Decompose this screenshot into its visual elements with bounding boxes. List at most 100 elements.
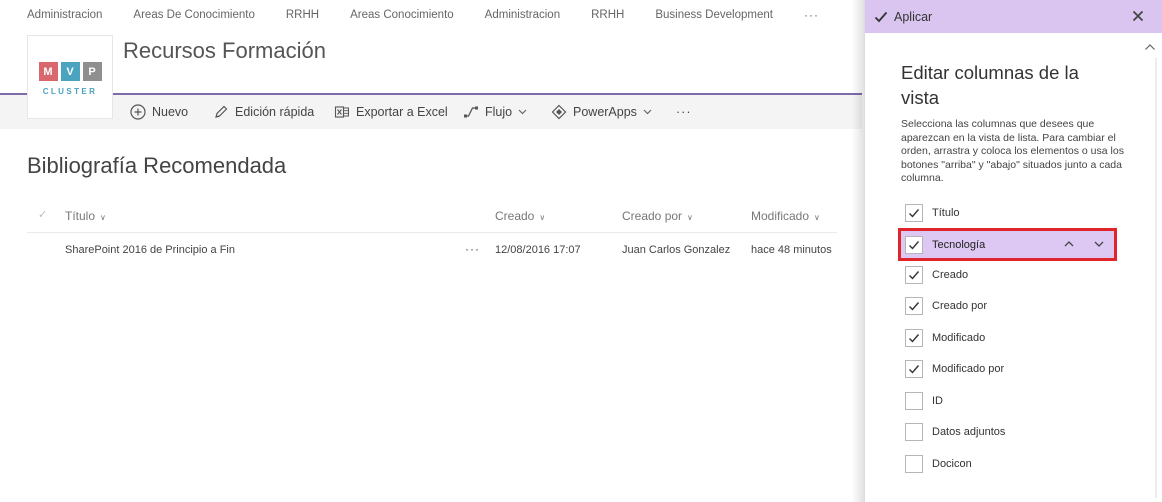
nav-item-rrhh[interactable]: RRHH	[286, 9, 319, 21]
powerapps-label: PowerApps	[573, 105, 637, 119]
nav-item-areas-conocimiento[interactable]: Areas Conocimiento	[350, 9, 454, 21]
export-excel-button[interactable]: Exportar a Excel	[334, 95, 448, 129]
export-excel-label: Exportar a Excel	[356, 105, 448, 119]
checkmark-icon	[909, 334, 920, 343]
logo-tile-m: M	[38, 62, 58, 81]
new-button-label: Nuevo	[152, 105, 189, 119]
chevron-down-icon: ∨	[814, 213, 820, 222]
nav-item-business-development[interactable]: Business Development	[655, 9, 773, 21]
column-option-creado[interactable]: Creado	[905, 264, 1113, 286]
new-button[interactable]: Nuevo	[130, 95, 188, 129]
row-modified: hace 48 minutos	[751, 244, 832, 256]
column-header-titulo[interactable]: Título ∨	[65, 209, 106, 223]
checkmark-icon	[909, 365, 920, 374]
checkbox-modificado[interactable]	[905, 329, 923, 347]
checkbox-modificado-por[interactable]	[905, 360, 923, 378]
logo-tiles: M V P	[38, 62, 102, 81]
quick-edit-label: Edición rápida	[235, 105, 315, 119]
column-header-creado-por[interactable]: Creado por ∨	[622, 209, 693, 223]
column-option-label: Creado	[932, 269, 969, 281]
checkmark-icon	[909, 302, 920, 311]
header-divider	[27, 232, 837, 233]
chevron-down-icon	[518, 107, 527, 117]
logo-tile-p: P	[82, 62, 102, 81]
column-option-label: Modificado	[932, 332, 986, 344]
scroll-up-icon[interactable]	[1144, 42, 1156, 52]
row-more-button[interactable]: ···	[465, 242, 480, 256]
checkbox-datos-adjuntos[interactable]	[905, 423, 923, 441]
checkbox-creado-por[interactable]	[905, 297, 923, 315]
column-option-label: Modificado por	[932, 363, 1005, 375]
command-bar: Nuevo Edición rápida Exportar a Excel Fl…	[0, 95, 862, 129]
nav-item-areas-de-conocimiento[interactable]: Areas De Conocimiento	[133, 9, 254, 21]
row-title-link[interactable]: SharePoint 2016 de Principio a Fin	[65, 244, 235, 256]
plus-circle-icon	[130, 104, 146, 120]
column-option-datos-adjuntos[interactable]: Datos adjuntos	[905, 421, 1113, 443]
column-header-titulo-label: Título	[65, 209, 96, 223]
column-header-creado-label: Creado	[495, 209, 535, 223]
close-icon[interactable]	[1131, 9, 1145, 23]
column-header-modificado-label: Modificado	[751, 209, 810, 223]
column-option-label: Datos adjuntos	[932, 426, 1006, 438]
nav-item-administracion-2[interactable]: Administracion	[485, 9, 560, 21]
logo-tagline: CLUSTER	[42, 87, 98, 96]
checkmark-icon	[909, 240, 920, 250]
column-option-label: Título	[932, 207, 960, 219]
move-up-icon[interactable]	[1063, 238, 1075, 250]
checkbox-tecnologia[interactable]	[905, 235, 923, 254]
column-option-modificado[interactable]: Modificado	[905, 327, 1113, 349]
column-option-docicon[interactable]: Docicon	[905, 453, 1113, 475]
column-option-label: Docicon	[932, 458, 972, 470]
column-option-id[interactable]: ID	[905, 390, 1113, 412]
column-option-modificado-por[interactable]: Modificado por	[905, 358, 1113, 380]
column-header-creado-por-label: Creado por	[622, 209, 683, 223]
flow-icon	[463, 104, 479, 120]
panel-shadow	[852, 0, 864, 502]
column-option-label: Tecnología	[932, 238, 986, 251]
nav-item-administracion[interactable]: Administracion	[27, 9, 102, 21]
column-option-label: Creado por	[932, 300, 988, 312]
checkbox-creado[interactable]	[905, 266, 923, 284]
flow-label: Flujo	[485, 105, 513, 119]
column-option-creado-por[interactable]: Creado por	[905, 295, 1113, 317]
checkmark-icon	[909, 209, 920, 218]
chevron-down-icon: ∨	[100, 213, 106, 222]
site-logo[interactable]: M V P CLUSTER	[27, 35, 113, 119]
column-option-tecnologia[interactable]: Tecnología	[898, 228, 1117, 261]
column-header-modificado[interactable]: Modificado ∨	[751, 209, 820, 223]
chevron-down-icon: ∨	[687, 213, 693, 222]
row-created-by[interactable]: Juan Carlos Gonzalez	[622, 244, 730, 256]
panel-description: Selecciona las columnas que desees que a…	[901, 118, 1124, 184]
column-header-creado[interactable]: Creado ∨	[495, 209, 545, 223]
checkbox-docicon[interactable]	[905, 455, 923, 473]
column-option-label: ID	[932, 395, 943, 407]
column-option-titulo[interactable]: Título	[905, 202, 1113, 224]
pencil-icon	[213, 104, 229, 120]
panel-command-bar: Aplicar	[865, 0, 1162, 33]
panel-heading: Editar columnas de la vista	[901, 62, 1079, 108]
command-more-button[interactable]: ···	[676, 95, 692, 129]
powerapps-dropdown[interactable]: PowerApps	[551, 95, 652, 129]
checkmark-icon	[909, 271, 920, 280]
flow-dropdown[interactable]: Flujo	[463, 95, 527, 129]
checkbox-titulo[interactable]	[905, 204, 923, 222]
site-title[interactable]: Recursos Formación	[123, 38, 326, 64]
logo-tile-v: V	[60, 62, 80, 81]
move-down-icon[interactable]	[1093, 238, 1105, 250]
panel-scrollbar[interactable]	[1155, 58, 1157, 498]
list-title: Bibliografía Recomendada	[27, 153, 287, 178]
nav-more-button[interactable]: ···	[804, 8, 819, 22]
excel-icon	[334, 104, 350, 120]
checkmark-icon	[874, 11, 888, 22]
chevron-down-icon: ∨	[539, 213, 546, 222]
edit-columns-panel: Aplicar Editar columnas de la vista Sele…	[864, 0, 1162, 502]
quick-edit-button[interactable]: Edición rápida	[213, 95, 314, 129]
nav-item-rrhh-2[interactable]: RRHH	[591, 9, 624, 21]
chevron-down-icon	[643, 107, 652, 117]
apply-button-label: Aplicar	[894, 9, 933, 24]
select-all-check-icon[interactable]: ✓	[38, 208, 47, 221]
checkbox-id[interactable]	[905, 392, 923, 410]
row-created: 12/08/2016 17:07	[495, 244, 581, 256]
powerapps-icon	[551, 104, 567, 120]
apply-button[interactable]: Aplicar	[865, 0, 932, 33]
